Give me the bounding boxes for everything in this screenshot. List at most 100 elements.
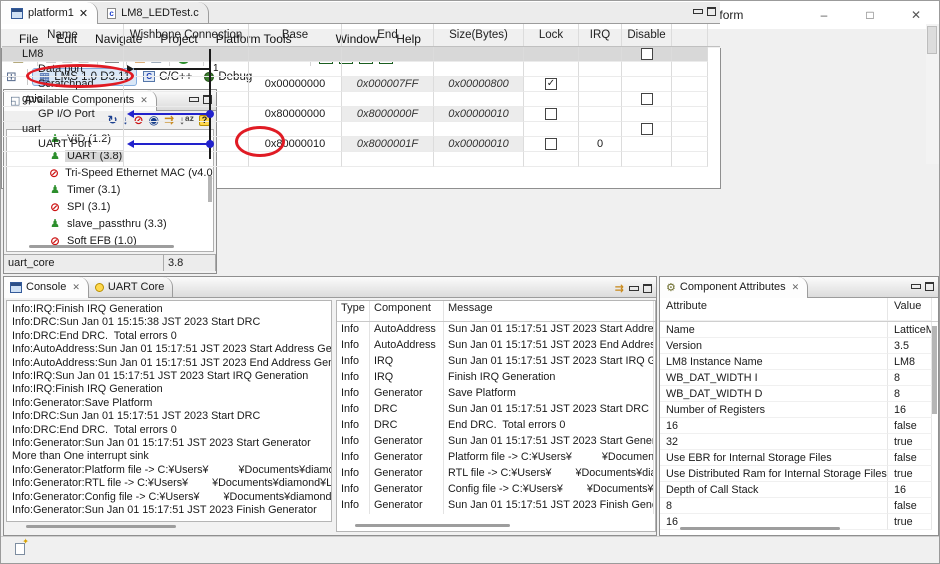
close-icon[interactable]: ✕: [79, 7, 88, 20]
tab-component-attributes[interactable]: ⚙ Component Attributes ✕: [660, 276, 809, 298]
tree-item-timer-3-1-[interactable]: ♟ Timer (3.1): [7, 181, 213, 198]
lock-checkbox[interactable]: [545, 138, 557, 150]
console-table-row[interactable]: Info Generator Config file -> C:¥Users¥ ¥D…: [337, 482, 655, 498]
console-table-row[interactable]: Info Generator Platform file -> C:¥Users¥ …: [337, 450, 655, 466]
editor-vertical-scrollbar[interactable]: [926, 24, 939, 164]
editor-tab-platform1[interactable]: platform1 ✕: [2, 2, 99, 24]
table-row[interactable]: uart: [2, 122, 720, 137]
cell-base: [249, 62, 342, 77]
minimize-console-icon[interactable]: [629, 284, 639, 293]
tree-item-slave-passthru-3-3-[interactable]: ♟ slave_passthru (3.3): [7, 215, 213, 232]
component-icon: ♟: [50, 184, 60, 196]
cell-filler: [672, 77, 708, 92]
attributes-table[interactable]: AttributeValue NameLatticeMiVersion3.5LM…: [660, 298, 938, 535]
table-row[interactable]: UART Port 0x80000010 0x8000001F 0x00000010 0: [2, 137, 720, 152]
minimize-editor-icon[interactable]: [693, 7, 703, 16]
editor-tab-label: platform1: [28, 7, 74, 19]
disable-checkbox[interactable]: [640, 123, 653, 135]
component-name-field[interactable]: uart_core: [4, 255, 164, 271]
lock-checkbox[interactable]: [545, 108, 557, 120]
maximize-window-button[interactable]: □: [847, 1, 893, 29]
console-table-row[interactable]: Info IRQ Sun Jan 01 15:17:51 JST 2023 Star…: [337, 354, 655, 370]
cell-lock: [524, 47, 579, 62]
console-table-row[interactable]: Info Generator Sun Jan 01 15:17:51 JST 202…: [337, 434, 655, 450]
table-row[interactable]: [2, 152, 720, 167]
disable-checkbox[interactable]: [640, 48, 653, 60]
cell-filler: [672, 92, 708, 107]
console-action-icon[interactable]: ⇉: [615, 282, 624, 295]
attribute-value-cell: false: [888, 498, 932, 514]
console-table-row[interactable]: Info DRC Sun Jan 01 15:17:51 JST 2023 Star…: [337, 402, 655, 418]
maximize-attributes-icon[interactable]: [925, 282, 934, 291]
editor-tab-bar: platform1 ✕ c LM8_LEDTest.c: [2, 2, 720, 24]
attribute-row[interactable]: WB_DAT_WIDTH D8: [660, 386, 938, 402]
attributes-vscrollbar[interactable]: [929, 322, 938, 522]
attribute-value-cell: LM8: [888, 354, 932, 370]
table-row[interactable]: gpio: [2, 92, 720, 107]
console-table-row[interactable]: Info Generator Save Platform: [337, 386, 655, 402]
minimize-attributes-icon[interactable]: [911, 282, 921, 291]
tree-item-label: Tri-Speed Ethernet MAC (v4.0): [65, 166, 214, 179]
attribute-row[interactable]: WB_DAT_WIDTH I8: [660, 370, 938, 386]
tree-item-label: SPI (3.1): [67, 200, 111, 213]
cell-lock: [524, 107, 579, 122]
close-icon[interactable]: ✕: [792, 282, 800, 293]
attribute-row[interactable]: Version 3.5: [660, 338, 938, 354]
console-cell: Generator: [370, 386, 444, 402]
console-table-row[interactable]: Info Generator Sun Jan 01 15:17:51 JST 202…: [337, 498, 655, 514]
cell-filler: [672, 122, 708, 137]
table-header-row: Name Wishbone Connection Base End Size(Bytes…: [2, 24, 720, 47]
console-log-hscrollbar[interactable]: [8, 523, 308, 529]
tree-horizontal-scrollbar[interactable]: [9, 243, 199, 249]
console-message-table[interactable]: Type Component Message Info AutoAddress Sun J…: [336, 300, 656, 532]
console-cell: Info: [337, 354, 370, 370]
console-table-row[interactable]: Info AutoAddress Sun Jan 01 15:17:51 JST 2…: [337, 338, 655, 354]
log-line: Info:DRC:End DRC. Total errors 0: [12, 329, 177, 342]
attribute-row[interactable]: Number of Registers 16: [660, 402, 938, 418]
platform-file-icon: [11, 7, 23, 19]
log-line: Info:AutoAddress:Sun Jan 01 15:17:51 JST…: [12, 356, 332, 369]
console-cell: Finish IRQ Generation: [444, 370, 654, 386]
cell-name: uart: [2, 122, 124, 137]
lock-checkbox[interactable]: ✓: [545, 78, 557, 90]
table-row[interactable]: LM8: [2, 47, 720, 62]
component-version-field[interactable]: 3.8: [164, 255, 216, 271]
disable-checkbox[interactable]: [640, 93, 653, 105]
attribute-row[interactable]: LM8 Instance Name LM8: [660, 354, 938, 370]
tab-uart-core[interactable]: UART Core: [89, 276, 174, 298]
attribute-row[interactable]: 32 true: [660, 434, 938, 450]
maximize-console-icon[interactable]: [643, 284, 652, 293]
attributes-hscrollbar[interactable]: [666, 525, 916, 531]
tree-item-spi-3-1-[interactable]: ⊘ SPI (3.1): [7, 198, 213, 215]
editor-tab-lm8-ledtest-c[interactable]: c LM8_LEDTest.c: [98, 2, 209, 24]
console-log[interactable]: Info:IRQ:Finish IRQ Generation Info:DRC:S…: [6, 300, 332, 522]
attribute-name-cell: 32: [660, 434, 888, 450]
console-table-row[interactable]: Info Generator RTL file -> C:¥Users¥ ¥Docu…: [337, 466, 655, 482]
console-table-hscrollbar[interactable]: [341, 522, 631, 528]
console-table-row[interactable]: Info IRQ Finish IRQ Generation: [337, 370, 655, 386]
log-line: Info:DRC:Sun Jan 01 15:17:51 JST 2023 St…: [12, 410, 261, 423]
attribute-row[interactable]: Depth of Call Stack 16: [660, 482, 938, 498]
console-header: Console ✕ UART Core ⇉: [4, 276, 656, 298]
attribute-row[interactable]: 16 false: [660, 418, 938, 434]
table-row[interactable]: GP I/O Port 0x80000000 0x8000000F 0x0000001…: [2, 107, 720, 122]
close-icon[interactable]: ✕: [72, 282, 80, 293]
column-header-irq: IRQ: [579, 24, 622, 46]
attribute-value-cell: false: [888, 418, 932, 434]
console-table-row[interactable]: Info DRC End DRC. Total errors 0: [337, 418, 655, 434]
attribute-row[interactable]: Use EBR for Internal Storage Files false: [660, 450, 938, 466]
column-header-filler: [672, 24, 708, 46]
attribute-row[interactable]: Use Distributed Ram for Internal Storage…: [660, 466, 938, 482]
attribute-row[interactable]: NameLatticeMi: [660, 322, 938, 338]
cell-name: [2, 152, 124, 167]
maximize-editor-icon[interactable]: [707, 7, 716, 16]
console-table-row[interactable]: Info AutoAddress Sun Jan 01 15:17:51 JST 2…: [337, 322, 655, 338]
cell-disable: [622, 92, 672, 107]
table-row[interactable]: Scratchpad 0x00000000 0x000007FF 0x00000800…: [2, 77, 720, 92]
minimize-window-button[interactable]: –: [801, 1, 847, 29]
table-row[interactable]: Data port: [2, 62, 720, 77]
console-cell: Sun Jan 01 15:17:51 JST 2023 Start DRC: [444, 402, 654, 418]
tab-console[interactable]: Console ✕: [4, 276, 89, 298]
cell-name: Data port: [2, 62, 124, 77]
attribute-row[interactable]: 8 false: [660, 498, 938, 514]
